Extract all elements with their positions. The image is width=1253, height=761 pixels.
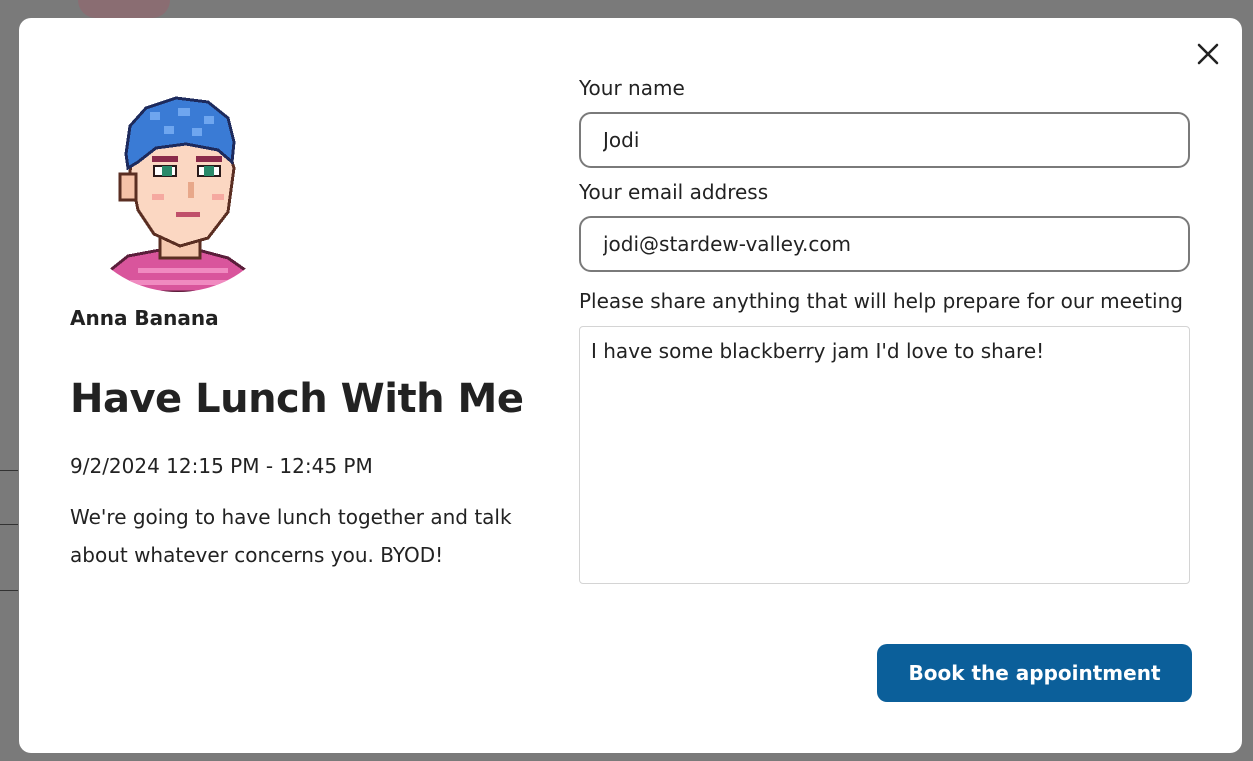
background-divider [0, 590, 18, 591]
notes-label: Please share anything that will help pre… [579, 289, 1183, 313]
booking-form: Your name Your email address Please shar… [579, 74, 1191, 588]
pixel-art-portrait-icon [106, 96, 250, 292]
close-button[interactable] [1196, 42, 1220, 66]
host-avatar [68, 72, 288, 292]
notes-textarea[interactable]: I have some blackberry jam I'd love to s… [579, 326, 1190, 584]
book-appointment-button[interactable]: Book the appointment [877, 644, 1192, 702]
email-field[interactable] [579, 216, 1190, 272]
event-time: 9/2/2024 12:15 PM - 12:45 PM [70, 454, 373, 478]
event-description: We're going to have lunch together and t… [70, 505, 512, 567]
event-title: Have Lunch With Me [70, 376, 524, 422]
name-field[interactable] [579, 112, 1190, 168]
email-label: Your email address [579, 180, 769, 204]
name-label: Your name [579, 76, 685, 100]
background-avatar [78, 0, 170, 18]
host-name: Anna Banana [70, 306, 219, 330]
booking-modal: Anna Banana Have Lunch With Me 9/2/2024 … [19, 18, 1242, 753]
background-divider [0, 524, 18, 525]
background-divider [0, 470, 18, 471]
close-icon [1197, 43, 1219, 65]
event-details: Anna Banana Have Lunch With Me 9/2/2024 … [68, 72, 530, 574]
